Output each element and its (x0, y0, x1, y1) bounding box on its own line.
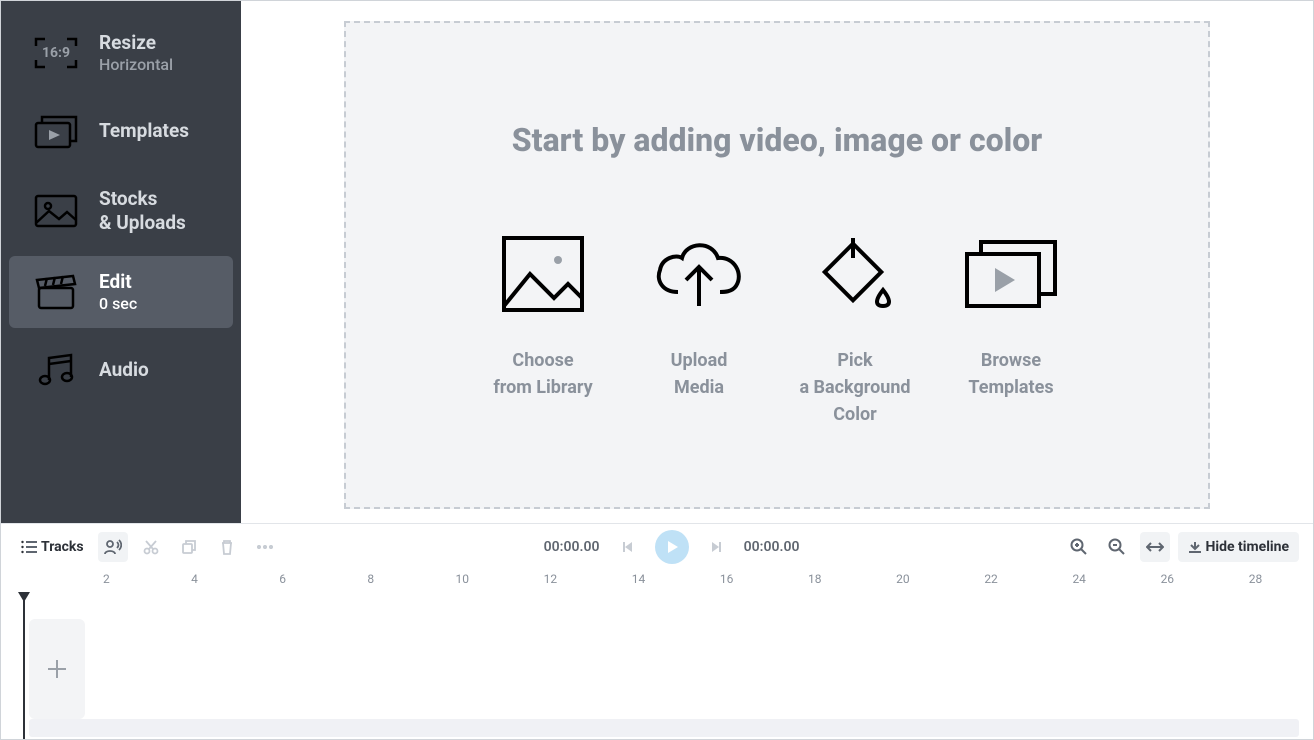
play-button[interactable] (655, 530, 689, 564)
music-icon (33, 350, 79, 390)
sidebar-item-sublabel: & Uploads (99, 211, 186, 235)
ruler-tick: 20 (896, 572, 910, 586)
total-time: 00:00.00 (739, 539, 805, 555)
svg-text:16:9: 16:9 (42, 45, 70, 61)
cloud-upload-icon (652, 229, 746, 319)
templates-stack-icon (963, 229, 1059, 319)
ruler-tick: 10 (456, 572, 470, 586)
zoom-in-button[interactable] (1064, 532, 1094, 562)
paint-bucket-icon (811, 229, 899, 319)
sidebar-item-audio[interactable]: Audio (9, 336, 233, 404)
ruler-tick: 28 (1249, 572, 1263, 586)
sidebar-item-label: Stocks (99, 187, 186, 211)
tracks-toggle-button[interactable]: Tracks (15, 532, 90, 562)
sidebar-item-sublabel: Horizontal (99, 55, 173, 75)
sidebar-item-label: Audio (99, 358, 149, 382)
audio-track-lane[interactable] (29, 719, 1299, 737)
sidebar-item-templates[interactable]: Templates (9, 97, 233, 165)
ruler-tick: 18 (808, 572, 822, 586)
next-frame-button[interactable] (701, 532, 731, 562)
canvas-area: Start by adding video, image or color Ch… (241, 1, 1313, 523)
current-time: 00:00.00 (539, 539, 605, 555)
aspect-ratio-icon: 16:9 (33, 33, 79, 73)
action-label: Browse Templates (968, 347, 1053, 401)
delete-button[interactable] (212, 532, 242, 562)
hide-timeline-label: Hide timeline (1206, 539, 1289, 555)
ruler-tick: 16 (720, 572, 734, 586)
sidebar-item-label: Resize (99, 31, 173, 55)
sidebar-item-edit[interactable]: Edit 0 sec (9, 256, 233, 328)
prev-frame-button[interactable] (613, 532, 643, 562)
cut-button[interactable] (136, 532, 166, 562)
choose-from-library-button[interactable]: Choose from Library (478, 229, 608, 401)
tracks-label: Tracks (41, 539, 84, 555)
image-icon (500, 229, 586, 319)
image-icon (33, 191, 79, 231)
ruler-tick: 14 (632, 572, 646, 586)
ruler-tick: 4 (191, 572, 198, 586)
sidebar-item-resize[interactable]: 16:9 Resize Horizontal (9, 17, 233, 89)
canvas-dropzone[interactable]: Start by adding video, image or color Ch… (344, 21, 1210, 509)
ruler-tick: 24 (1072, 572, 1086, 586)
ruler-tick: 22 (984, 572, 998, 586)
sidebar: 16:9 Resize Horizontal Templates (1, 1, 241, 523)
templates-icon (33, 111, 79, 151)
playhead[interactable] (23, 593, 25, 739)
sidebar-item-label: Edit (99, 270, 137, 294)
sidebar-item-stocks[interactable]: Stocks & Uploads (9, 173, 233, 249)
copy-button[interactable] (174, 532, 204, 562)
ruler-tick: 26 (1161, 572, 1175, 586)
browse-templates-button[interactable]: Browse Templates (946, 229, 1076, 401)
sidebar-item-sublabel: 0 sec (99, 294, 137, 314)
timeline-ruler[interactable]: 246810121416182022242628 (1, 569, 1313, 593)
timeline-toolbar: Tracks 00:00.00 00:00.00 Hide timeline (1, 523, 1313, 569)
more-button[interactable] (250, 532, 280, 562)
ruler-tick: 6 (279, 572, 286, 586)
action-label: Pick a Background Color (799, 347, 910, 428)
ruler-tick: 2 (103, 572, 110, 586)
sidebar-item-label: Templates (99, 119, 189, 143)
dropzone-heading: Start by adding video, image or color (512, 121, 1042, 159)
ruler-tick: 8 (367, 572, 374, 586)
ruler-tick: 12 (544, 572, 558, 586)
pick-bg-color-button[interactable]: Pick a Background Color (790, 229, 920, 428)
zoom-out-button[interactable] (1102, 532, 1132, 562)
voiceover-button[interactable] (98, 532, 128, 562)
track-area[interactable] (1, 593, 1313, 739)
action-label: Choose from Library (493, 347, 592, 401)
fit-width-button[interactable] (1140, 532, 1170, 562)
add-clip-button[interactable] (29, 619, 85, 719)
action-label: Upload Media (671, 347, 728, 401)
hide-timeline-button[interactable]: Hide timeline (1178, 532, 1299, 562)
upload-media-button[interactable]: Upload Media (634, 229, 764, 401)
clapperboard-icon (33, 272, 79, 312)
